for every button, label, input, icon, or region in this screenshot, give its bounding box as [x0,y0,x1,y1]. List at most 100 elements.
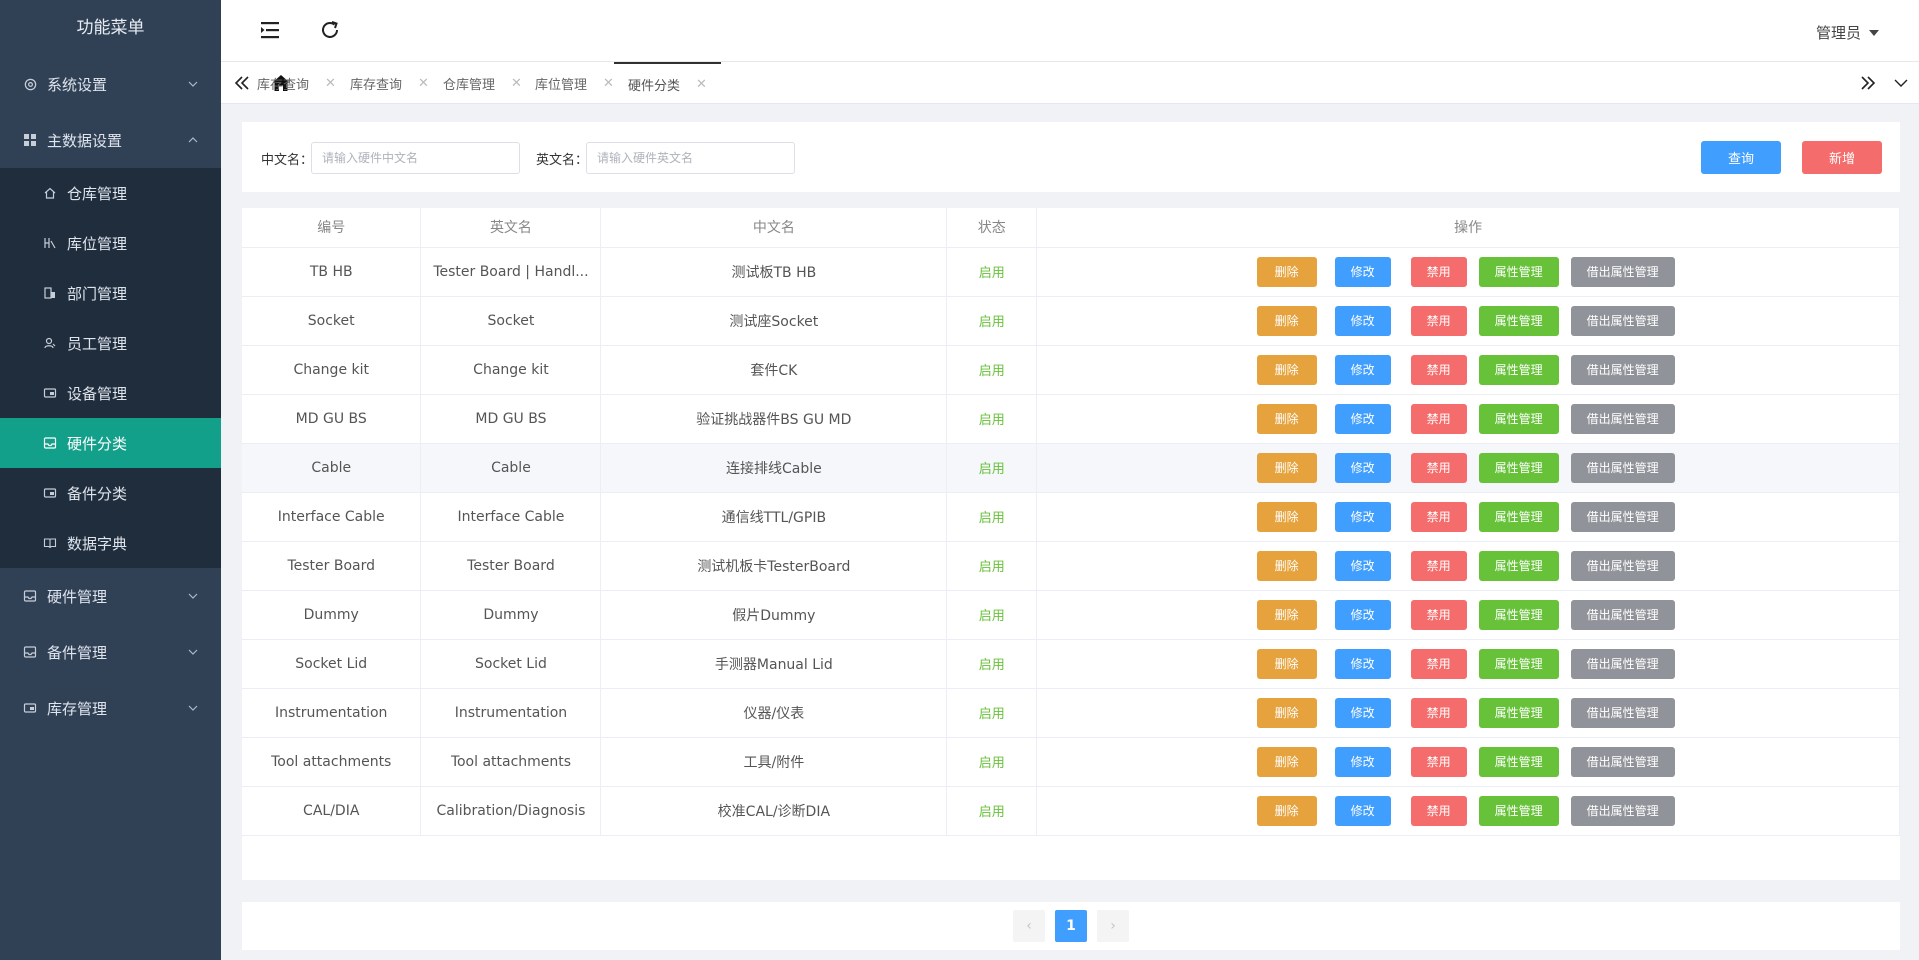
attribute-manage-button[interactable]: 属性管理 [1478,648,1559,679]
sidebar-item-hardware-category[interactable]: 硬件分类 [0,418,221,468]
tab-inventory-query-2[interactable]: 库存查询 ✕ [336,62,443,104]
delete-button[interactable]: 删除 [1256,452,1317,483]
attribute-manage-button[interactable]: 属性管理 [1478,599,1559,630]
attribute-manage-button[interactable]: 属性管理 [1478,550,1559,581]
close-icon[interactable]: ✕ [325,76,336,91]
attribute-manage-button[interactable]: 属性管理 [1478,452,1559,483]
sidebar-group-spare-parts[interactable]: 备件管理 [0,624,221,680]
disable-button[interactable]: 禁用 [1410,795,1467,826]
edit-button[interactable]: 修改 [1334,648,1391,679]
attribute-manage-button[interactable]: 属性管理 [1478,795,1559,826]
user-menu[interactable]: 管理员 [1816,22,1879,43]
borrow-attribute-manage-button[interactable]: 借出属性管理 [1570,795,1675,826]
disable-button[interactable]: 禁用 [1410,305,1467,336]
cell-code: Cable [242,443,422,493]
disable-button[interactable]: 禁用 [1410,550,1467,581]
delete-button[interactable]: 删除 [1256,305,1317,336]
sidebar-item-department[interactable]: 部门管理 [0,268,221,318]
delete-button[interactable]: 删除 [1256,256,1317,287]
attribute-manage-button[interactable]: 属性管理 [1478,697,1559,728]
borrow-attribute-manage-button[interactable]: 借出属性管理 [1570,648,1675,679]
borrow-attribute-manage-button[interactable]: 借出属性管理 [1570,746,1675,777]
edit-button[interactable]: 修改 [1334,795,1391,826]
attribute-manage-button[interactable]: 属性管理 [1478,746,1559,777]
attribute-manage-button[interactable]: 属性管理 [1478,501,1559,532]
cn-name-input[interactable] [311,142,520,174]
refresh-icon[interactable] [319,19,341,41]
en-name-input[interactable] [586,142,795,174]
query-button[interactable]: 查询 [1701,141,1781,174]
delete-button[interactable]: 删除 [1256,354,1317,385]
borrow-attribute-manage-button[interactable]: 借出属性管理 [1570,305,1675,336]
menu-fold-icon[interactable] [261,21,281,39]
sidebar-item-warehouse[interactable]: 仓库管理 [0,168,221,218]
cell-status: 启用 [946,394,1038,444]
attribute-manage-button[interactable]: 属性管理 [1478,354,1559,385]
cell-en-name-text: Change kit [473,361,549,378]
delete-button[interactable]: 删除 [1256,599,1317,630]
tab-hardware-category[interactable]: 硬件分类 ✕ [614,62,721,104]
disable-button[interactable]: 禁用 [1410,501,1467,532]
sidebar-group-inventory[interactable]: 库存管理 [0,680,221,736]
double-chevron-right-icon[interactable] [1859,74,1877,92]
disable-button[interactable]: 禁用 [1410,599,1467,630]
sidebar-group-label: 系统设置 [47,75,108,94]
edit-button[interactable]: 修改 [1334,452,1391,483]
sidebar-item-spare-category[interactable]: 备件分类 [0,468,221,518]
sidebar-group-hardware[interactable]: 硬件管理 [0,568,221,624]
attribute-manage-button[interactable]: 属性管理 [1478,256,1559,287]
sidebar-group-system-settings[interactable]: 系统设置 [0,56,221,112]
edit-button[interactable]: 修改 [1334,550,1391,581]
cell-cn-name: 手测器Manual Lid [600,639,948,689]
add-button[interactable]: 新增 [1802,141,1882,174]
disable-button[interactable]: 禁用 [1410,697,1467,728]
delete-button[interactable]: 删除 [1256,501,1317,532]
close-icon[interactable]: ✕ [418,76,429,91]
sidebar-item-dictionary[interactable]: 数据字典 [0,518,221,568]
page-number-current[interactable]: 1 [1055,910,1087,942]
edit-button[interactable]: 修改 [1334,403,1391,434]
sidebar-item-equipment[interactable]: 设备管理 [0,368,221,418]
edit-button[interactable]: 修改 [1334,501,1391,532]
attribute-manage-button[interactable]: 属性管理 [1478,305,1559,336]
delete-button[interactable]: 删除 [1256,648,1317,679]
sidebar-item-employee[interactable]: 员工管理 [0,318,221,368]
borrow-attribute-manage-button[interactable]: 借出属性管理 [1570,599,1675,630]
next-page-button[interactable]: › [1097,910,1129,942]
disable-button[interactable]: 禁用 [1410,256,1467,287]
delete-button[interactable]: 删除 [1256,550,1317,581]
edit-button[interactable]: 修改 [1334,354,1391,385]
borrow-attribute-manage-button[interactable]: 借出属性管理 [1570,354,1675,385]
edit-button[interactable]: 修改 [1334,305,1391,336]
edit-button[interactable]: 修改 [1334,746,1391,777]
borrow-attribute-manage-button[interactable]: 借出属性管理 [1570,501,1675,532]
disable-button[interactable]: 禁用 [1410,648,1467,679]
disable-button[interactable]: 禁用 [1410,452,1467,483]
tab-inventory-query-1[interactable]: 库存查询 ✕ [243,62,350,104]
prev-page-button[interactable]: ‹ [1013,910,1045,942]
borrow-attribute-manage-button[interactable]: 借出属性管理 [1570,452,1675,483]
delete-button[interactable]: 删除 [1256,746,1317,777]
tab-location[interactable]: 库位管理 ✕ [521,62,628,104]
edit-button[interactable]: 修改 [1334,599,1391,630]
edit-button[interactable]: 修改 [1334,697,1391,728]
sidebar-group-master-data[interactable]: 主数据设置 [0,112,221,168]
tab-warehouse[interactable]: 仓库管理 ✕ [429,62,536,104]
borrow-attribute-manage-button[interactable]: 借出属性管理 [1570,697,1675,728]
attribute-manage-button[interactable]: 属性管理 [1478,403,1559,434]
chevron-down-icon[interactable] [1893,75,1909,91]
borrow-attribute-manage-button[interactable]: 借出属性管理 [1570,550,1675,581]
cell-en-name: Tool attachments [420,737,602,787]
disable-button[interactable]: 禁用 [1410,746,1467,777]
edit-button[interactable]: 修改 [1334,256,1391,287]
delete-button[interactable]: 删除 [1256,697,1317,728]
disable-button[interactable]: 禁用 [1410,403,1467,434]
disable-button[interactable]: 禁用 [1410,354,1467,385]
borrow-attribute-manage-button[interactable]: 借出属性管理 [1570,403,1675,434]
borrow-attribute-manage-button[interactable]: 借出属性管理 [1570,256,1675,287]
close-icon[interactable]: ✕ [603,76,614,91]
delete-button[interactable]: 删除 [1256,403,1317,434]
sidebar-item-location[interactable]: 库位管理 [0,218,221,268]
close-icon[interactable]: ✕ [696,77,707,92]
delete-button[interactable]: 删除 [1256,795,1317,826]
